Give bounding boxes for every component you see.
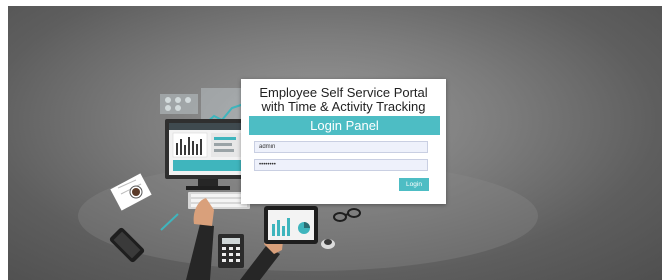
portal-title-line2: with Time & Activity Tracking [261, 98, 426, 114]
username-field[interactable] [254, 141, 428, 153]
login-panel: Employee Self Service Portal with Time &… [241, 79, 446, 204]
portal-title: Employee Self Service Portal with Time &… [241, 86, 446, 113]
login-button[interactable]: Login [399, 178, 429, 191]
password-field[interactable] [254, 159, 428, 171]
tablet-icon [264, 206, 318, 244]
coffee-cup-icon [321, 239, 335, 249]
portal-title-line1: Employee Self Service Portal [259, 85, 428, 100]
login-panel-header: Login Panel [249, 116, 440, 135]
calculator-icon [218, 234, 244, 268]
